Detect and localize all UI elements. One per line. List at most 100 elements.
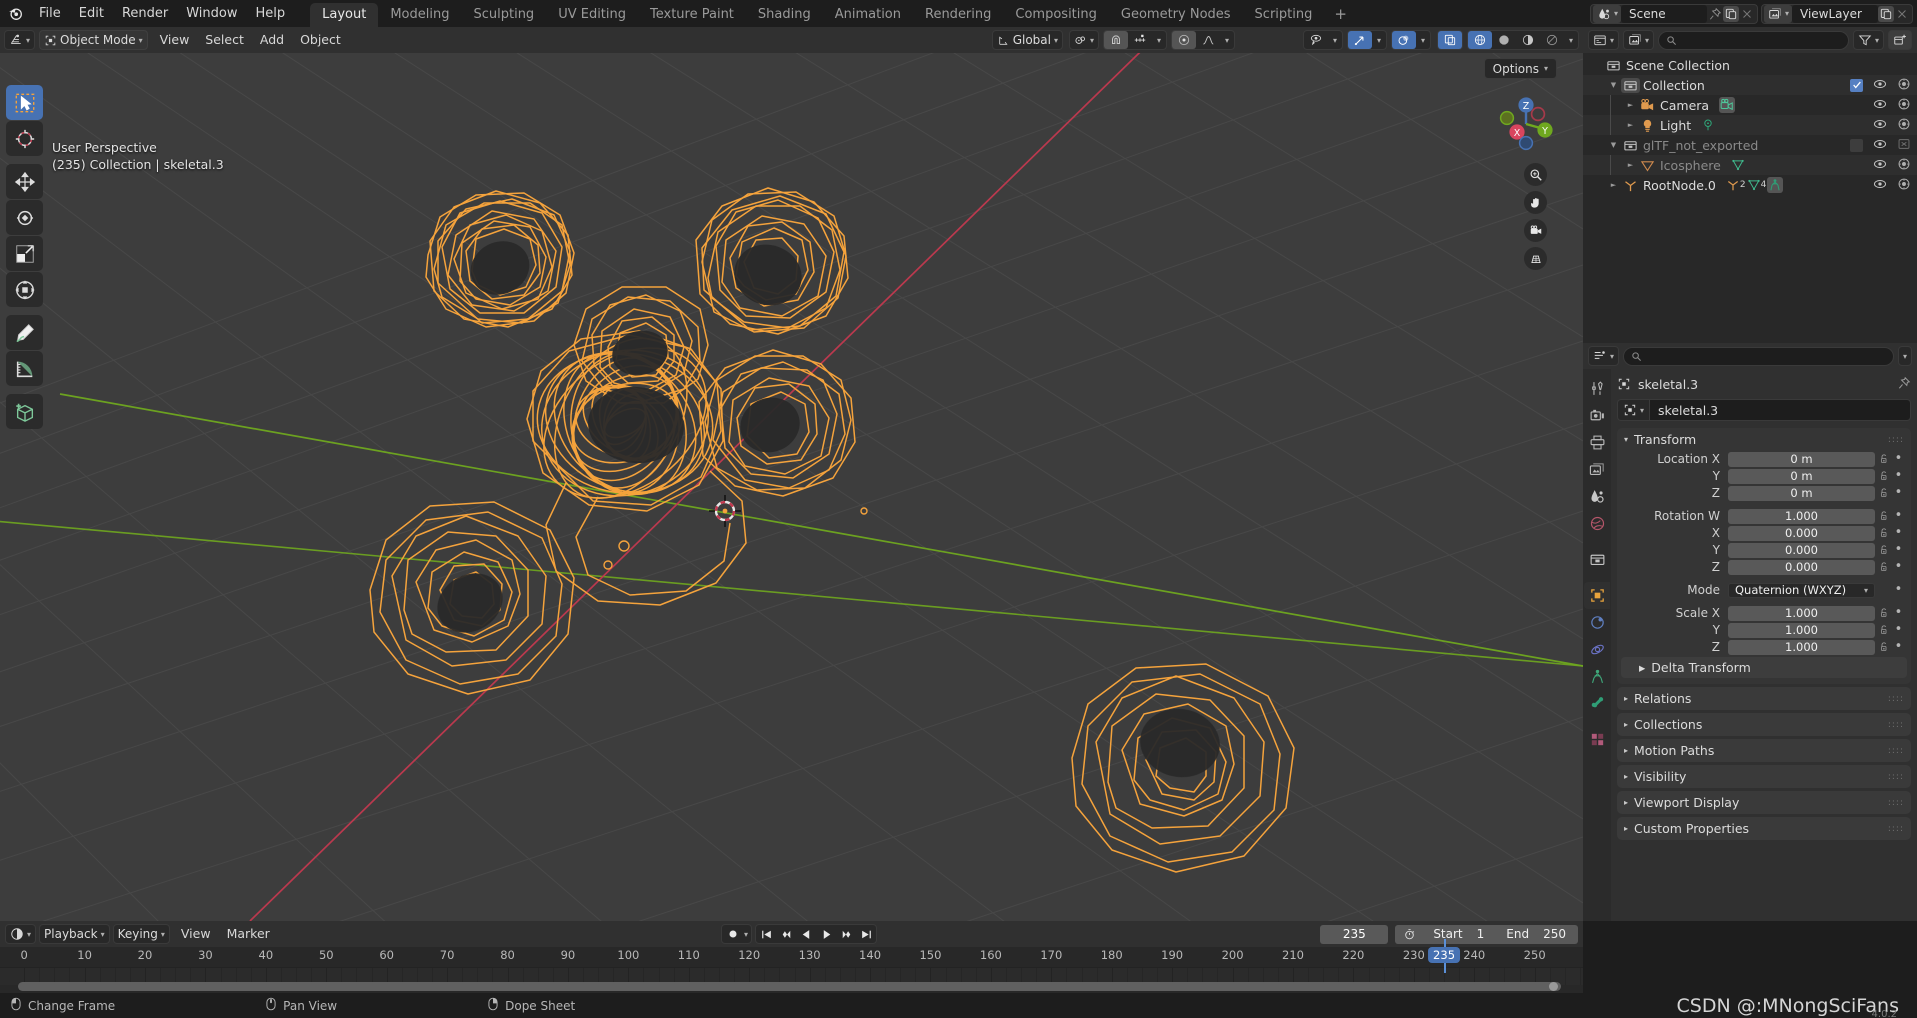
outliner-row-scene-collection[interactable]: Scene Collection <box>1583 55 1917 75</box>
modifier-props-tab[interactable] <box>1584 609 1610 636</box>
outliner-tree[interactable]: Scene Collection ▼ Collection ► Camera ► Light… <box>1583 53 1917 195</box>
delta-transform-subpanel[interactable]: ▸ Delta Transform <box>1621 657 1907 678</box>
panel-header[interactable]: ▸ Relations:::: <box>1617 687 1911 710</box>
workspace-tab-modeling[interactable]: Modeling <box>378 3 461 27</box>
chevron-right-icon[interactable]: ► <box>1623 101 1638 109</box>
top-menu-edit[interactable]: Edit <box>70 0 113 27</box>
timeline-menu-view[interactable]: View <box>173 924 219 944</box>
timeline-ruler[interactable]: 0 10 20 30 40 50 60 70 80 90 100 110 120 130 140 150 160… <box>0 947 1583 967</box>
material-props-tab[interactable] <box>1584 726 1610 753</box>
playback-controls[interactable] <box>755 924 878 944</box>
unlock-icon[interactable] <box>1875 510 1892 522</box>
panel-viewport-display[interactable]: ▸ Viewport Display:::: <box>1617 791 1911 814</box>
chevron-down-icon[interactable]: ▾ <box>1564 31 1578 49</box>
unlock-icon[interactable] <box>1875 641 1892 653</box>
panel-header[interactable]: ▸ Visibility:::: <box>1617 765 1911 788</box>
output-props-tab[interactable] <box>1584 429 1610 456</box>
animate-property-dot[interactable]: • <box>1892 452 1905 465</box>
world-props-tab[interactable] <box>1584 510 1610 537</box>
object-data-props-tab[interactable] <box>1584 690 1610 717</box>
measure-tool[interactable] <box>6 351 43 386</box>
gizmo-icon[interactable] <box>1348 31 1372 49</box>
new-view-layer-icon[interactable] <box>1878 5 1894 22</box>
render-visibility-icon[interactable] <box>1897 157 1911 174</box>
transform-panel-header[interactable]: ▾ Transform :::: <box>1617 428 1911 451</box>
unlock-icon[interactable] <box>1875 544 1892 556</box>
jump-end-icon[interactable] <box>856 925 876 943</box>
pan-hand-icon[interactable] <box>1524 191 1547 214</box>
ortho-persp-toggle-icon[interactable] <box>1524 247 1547 270</box>
field-value-input[interactable]: 0 m <box>1728 485 1875 501</box>
eye-visibility-icon[interactable] <box>1873 157 1887 174</box>
eye-visibility-icon[interactable] <box>1873 77 1887 94</box>
scale-tool[interactable] <box>6 236 43 271</box>
chevron-down-icon[interactable]: ▾ <box>1328 31 1342 49</box>
rotation-mode-dropdown[interactable]: Quaternion (WXYZ) ▾ <box>1728 582 1875 598</box>
armature-icon[interactable] <box>1767 177 1784 193</box>
chevron-right-icon[interactable]: ► <box>1623 121 1638 129</box>
mesh-data-icon[interactable] <box>1747 178 1761 192</box>
jump-start-icon[interactable] <box>756 925 776 943</box>
view-layer-icon[interactable]: ▾ <box>1763 4 1792 23</box>
outliner-row-icosphere[interactable]: ► Icosphere <box>1583 155 1917 175</box>
top-menu-help[interactable]: Help <box>247 0 295 27</box>
pin-icon[interactable] <box>1707 6 1723 22</box>
viewport-menu-add[interactable]: Add <box>252 30 292 50</box>
eye-visibility-icon[interactable] <box>1873 117 1887 134</box>
eye-visibility-icon[interactable] <box>1873 137 1887 154</box>
panel-header[interactable]: ▸ Viewport Display:::: <box>1617 791 1911 814</box>
workspace-tab-geometry-nodes[interactable]: Geometry Nodes <box>1109 3 1243 27</box>
editor-type-3dview-icon[interactable]: ▾ <box>4 30 36 50</box>
unlock-icon[interactable] <box>1875 607 1892 619</box>
view-axis-gizmo[interactable]: Z Y X <box>1495 93 1557 155</box>
animate-property-dot[interactable]: • <box>1892 509 1905 522</box>
overlays-icon[interactable] <box>1392 31 1416 49</box>
render-visibility-icon[interactable] <box>1897 97 1911 114</box>
falloff-smooth-icon[interactable] <box>1196 31 1220 49</box>
chevron-down-icon[interactable]: ▾ <box>1372 31 1386 49</box>
outliner-row-collection[interactable]: ▼ Collection <box>1583 75 1917 95</box>
cursor-tool[interactable] <box>6 121 43 156</box>
shading-material-icon[interactable] <box>1516 31 1540 49</box>
chevron-right-icon[interactable]: ► <box>1623 161 1638 169</box>
panel-header[interactable]: ▸ Custom Properties:::: <box>1617 817 1911 840</box>
animate-property-dot[interactable]: • <box>1892 583 1905 596</box>
outliner-search-input[interactable] <box>1658 30 1849 50</box>
workspace-tab-scripting[interactable]: Scripting <box>1243 3 1325 27</box>
shading-solid-icon[interactable] <box>1492 31 1516 49</box>
delete-view-layer-icon[interactable] <box>1894 6 1910 22</box>
unlock-icon[interactable] <box>1875 487 1892 499</box>
timeline-menu-playback[interactable]: Playback ▾ <box>39 924 110 944</box>
animate-property-dot[interactable]: • <box>1892 623 1905 636</box>
add-workspace-button[interactable]: + <box>1324 2 1357 26</box>
animate-property-dot[interactable]: • <box>1892 543 1905 556</box>
workspace-tab-shading[interactable]: Shading <box>746 3 823 27</box>
animate-property-dot[interactable]: • <box>1892 560 1905 573</box>
transform-orientation-dropdown[interactable]: Global ▾ <box>991 30 1063 50</box>
top-menu-render[interactable]: Render <box>113 0 177 27</box>
timeline-editor-icon[interactable]: ▾ <box>5 924 37 944</box>
timeline-current-frame-indicator[interactable]: 235 <box>1428 947 1461 963</box>
workspace-tab-texture-paint[interactable]: Texture Paint <box>638 3 746 27</box>
exclude-collection-checkbox[interactable] <box>1850 78 1863 92</box>
panel-header[interactable]: ▸ Motion Paths:::: <box>1617 739 1911 762</box>
workspace-tab-compositing[interactable]: Compositing <box>1003 3 1109 27</box>
physics-props-tab[interactable] <box>1584 636 1610 663</box>
pin-icon[interactable] <box>1897 376 1911 393</box>
animate-property-dot[interactable]: • <box>1892 526 1905 539</box>
scene-icon[interactable]: ▾ <box>1592 4 1621 23</box>
field-value-input[interactable]: 0 m <box>1728 451 1875 467</box>
filter-funnel-icon[interactable]: ▾ <box>1852 30 1884 50</box>
field-value-input[interactable]: 1.000 <box>1728 605 1875 621</box>
end-frame-value[interactable]: 250 <box>1543 927 1566 941</box>
camera-view-icon[interactable] <box>1524 219 1547 242</box>
timeline-menu-marker[interactable]: Marker <box>219 924 278 944</box>
panel-relations[interactable]: ▸ Relations:::: <box>1617 687 1911 710</box>
field-value-input[interactable]: 0.000 <box>1728 525 1875 541</box>
stopwatch-icon[interactable] <box>1399 928 1419 941</box>
timeline-menu-keying[interactable]: Keying ▾ <box>112 924 170 944</box>
workspace-tab-uv-editing[interactable]: UV Editing <box>546 3 638 27</box>
render-visibility-icon[interactable] <box>1897 137 1911 154</box>
panel-motion-paths[interactable]: ▸ Motion Paths:::: <box>1617 739 1911 762</box>
panel-visibility[interactable]: ▸ Visibility:::: <box>1617 765 1911 788</box>
